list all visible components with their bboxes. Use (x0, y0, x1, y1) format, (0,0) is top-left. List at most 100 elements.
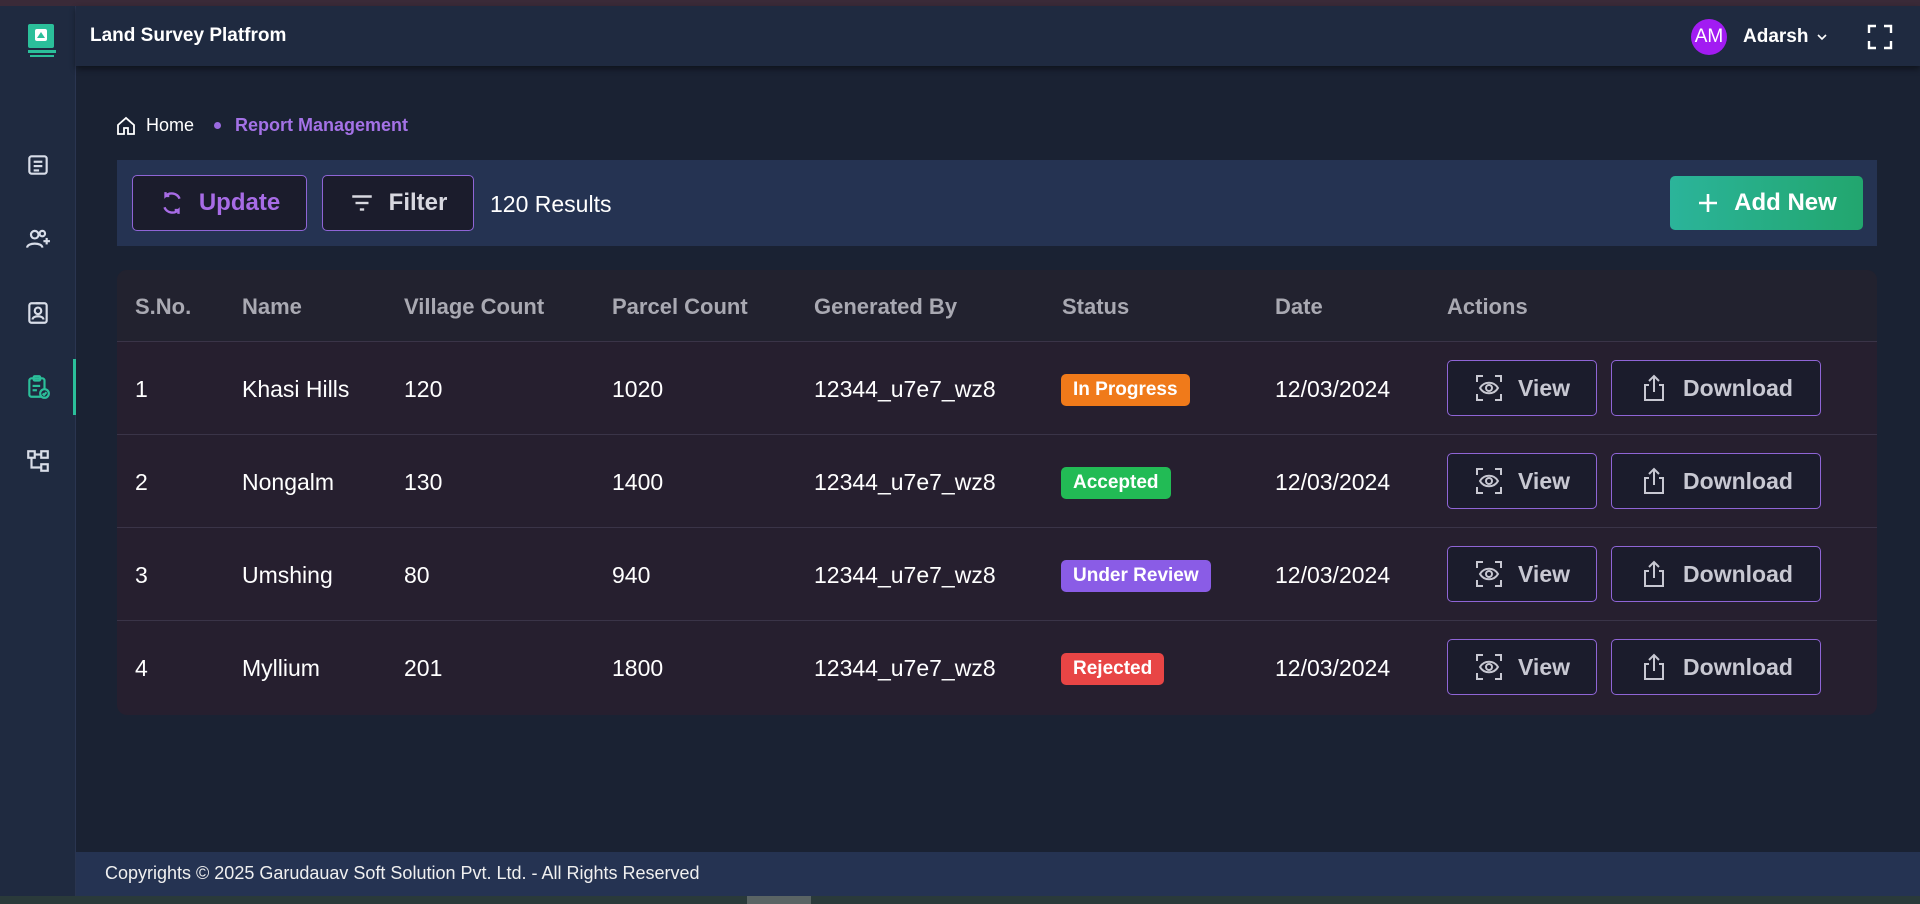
sidebar-item-reports-list[interactable] (0, 137, 76, 193)
cell-generated-by: 12344_u7e7_wz8 (814, 655, 996, 681)
user-menu[interactable]: Adarsh (1743, 26, 1828, 48)
id-badge-icon (28, 302, 48, 324)
breadcrumb-separator (214, 122, 222, 129)
download-label: Download (1683, 653, 1793, 680)
column-header: Generated By (814, 294, 958, 319)
cell-name: Nongalm (242, 469, 335, 495)
filter-label: Filter (388, 189, 448, 216)
update-label: Update (198, 189, 281, 216)
view-button[interactable]: View (1447, 546, 1597, 602)
copyright-text: Copyrights © 2025 Garudauav Soft Solutio… (105, 863, 700, 883)
cell-generated-by: 12344_u7e7_wz8 (814, 562, 996, 588)
breadcrumb: Home Report Management (116, 115, 408, 136)
download-label: Download (1683, 467, 1793, 494)
home-icon (117, 116, 135, 135)
sidebar-item-users[interactable] (0, 211, 76, 267)
share-upload-icon (1644, 467, 1665, 494)
cell-parcel-count: 1800 (612, 655, 664, 681)
chevron-down-icon (1817, 34, 1828, 41)
results-count: 120 Results (490, 191, 612, 217)
view-button[interactable]: View (1447, 639, 1597, 695)
cell-village-count: 80 (404, 562, 430, 588)
view-button[interactable]: View (1447, 360, 1597, 416)
username: Adarsh (1743, 26, 1809, 47)
add-user-icon (26, 229, 50, 249)
share-upload-icon (1644, 560, 1665, 587)
sidebar (0, 6, 76, 896)
eye-scan-icon (1476, 654, 1502, 680)
download-label: Download (1683, 374, 1793, 401)
cell-parcel-count: 1400 (612, 469, 664, 495)
document-list-icon (28, 155, 48, 175)
download-button[interactable]: Download (1611, 453, 1821, 509)
table-row: 3 Umshing 80 940 12344_u7e7_wz8 Under Re… (117, 528, 1877, 621)
scrollbar-thumb[interactable] (747, 896, 811, 904)
footer: Copyrights © 2025 Garudauav Soft Solutio… (76, 852, 1920, 896)
view-button[interactable]: View (1447, 453, 1597, 509)
cell-date: 12/03/2024 (1275, 376, 1391, 402)
sidebar-item-report-management[interactable] (0, 359, 76, 415)
status-badge: In Progress (1061, 374, 1190, 406)
breadcrumb-current: Report Management (235, 115, 409, 135)
cell-date: 12/03/2024 (1275, 562, 1391, 588)
cell-village-count: 201 (404, 655, 443, 681)
breadcrumb-home[interactable]: Home (146, 115, 194, 136)
view-label: View (1518, 467, 1570, 494)
cell-date: 12/03/2024 (1275, 469, 1391, 495)
download-button[interactable]: Download (1611, 639, 1821, 695)
table-row: 4 Myllium 201 1800 12344_u7e7_wz8 Reject… (117, 621, 1877, 714)
column-header: Actions (1447, 294, 1528, 319)
eye-scan-icon (1476, 468, 1502, 494)
update-button[interactable]: Update (132, 175, 307, 231)
eye-scan-icon (1476, 561, 1502, 587)
table-row: 1 Khasi Hills 120 1020 12344_u7e7_wz8 In… (117, 342, 1877, 435)
plus-icon (1699, 194, 1718, 212)
cell-parcel-count: 940 (612, 562, 651, 588)
view-label: View (1518, 560, 1570, 587)
filter-button[interactable]: Filter (322, 175, 474, 231)
horizontal-scrollbar[interactable] (0, 896, 1920, 904)
cell-village-count: 130 (404, 469, 443, 495)
fullscreen-icon[interactable] (1866, 23, 1894, 51)
app-logo[interactable] (26, 22, 58, 58)
refresh-icon (163, 192, 181, 214)
eye-scan-icon (1476, 375, 1502, 401)
reports-table: S.No. Name Village Count Parcel Count Ge… (117, 270, 1877, 715)
download-button[interactable]: Download (1611, 546, 1821, 602)
download-button[interactable]: Download (1611, 360, 1821, 416)
cell-name: Umshing (242, 562, 333, 588)
view-label: View (1518, 653, 1570, 680)
add-new-label: Add New (1734, 189, 1837, 216)
cell-sno: 2 (135, 469, 148, 495)
cell-name: Khasi Hills (242, 376, 350, 402)
view-label: View (1518, 374, 1570, 401)
sidebar-item-hierarchy[interactable] (0, 433, 76, 489)
column-header: Parcel Count (612, 294, 748, 319)
sidebar-item-profiles[interactable] (0, 285, 76, 341)
cell-date: 12/03/2024 (1275, 655, 1391, 681)
cell-parcel-count: 1020 (612, 376, 664, 402)
avatar[interactable]: AM (1691, 19, 1727, 55)
cell-sno: 3 (135, 562, 148, 588)
column-header: S.No. (135, 294, 192, 319)
app-title: Land Survey Platfrom (90, 25, 287, 46)
cell-name: Myllium (242, 655, 320, 681)
status-badge: Under Review (1061, 560, 1211, 592)
hierarchy-icon (27, 450, 49, 472)
column-header: Village Count (404, 294, 545, 319)
table-row: 2 Nongalm 130 1400 12344_u7e7_wz8 Accept… (117, 435, 1877, 528)
clipboard-check-icon (28, 375, 50, 399)
cell-generated-by: 12344_u7e7_wz8 (814, 469, 996, 495)
share-upload-icon (1644, 374, 1665, 401)
top-header: Land Survey Platfrom AM Adarsh (76, 6, 1920, 66)
download-label: Download (1683, 560, 1793, 587)
add-new-button[interactable]: Add New (1670, 176, 1863, 230)
column-header: Status (1062, 294, 1130, 319)
toolbar: Update Filter 120 Results Add New (117, 160, 1877, 246)
cell-generated-by: 12344_u7e7_wz8 (814, 376, 996, 402)
table-header: S.No. Name Village Count Parcel Count Ge… (117, 270, 1877, 342)
status-badge: Accepted (1061, 467, 1171, 499)
cell-sno: 4 (135, 655, 148, 681)
filter-icon (351, 195, 372, 211)
cell-village-count: 120 (404, 376, 443, 402)
